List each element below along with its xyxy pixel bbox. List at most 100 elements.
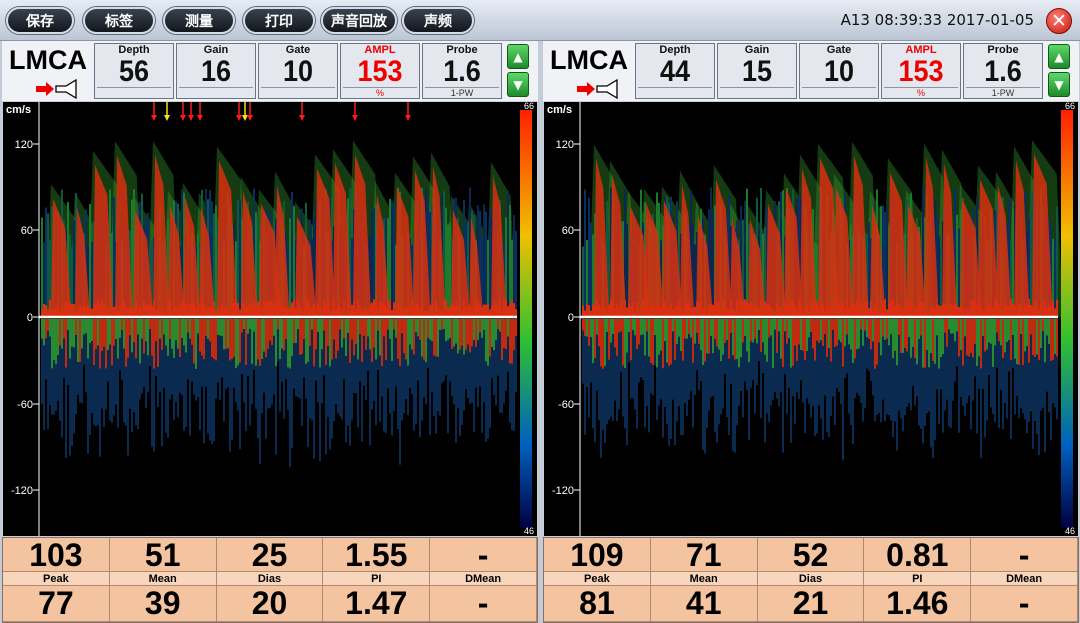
tick-label: -120: [552, 485, 574, 497]
marker-arrowhead: [247, 115, 253, 121]
measure-button[interactable]: 测量: [163, 7, 235, 34]
param-ampl[interactable]: AMPL 153 %: [881, 43, 961, 99]
doppler-panel-left: LMCA Depth 56 Gain 16 Gate 10 AMPL 153 %…: [2, 41, 538, 623]
param-sub: [802, 87, 876, 98]
dias-value-2: 20: [216, 586, 324, 622]
chevron-up-icon[interactable]: ▲: [1048, 44, 1070, 69]
spectrum-canvas: cm/s 120 60 0 -60 -120 66 46: [547, 102, 1075, 536]
tick-label: 0: [568, 312, 574, 324]
dmean-label: DMean: [430, 572, 537, 586]
tick-label: 120: [15, 139, 33, 151]
param-sub: [97, 87, 171, 98]
audio-frequency-button[interactable]: 声频: [402, 7, 474, 34]
probe-direction-icon: [36, 79, 77, 99]
peak-label: Peak: [3, 572, 110, 586]
param-gain[interactable]: Gain 15: [717, 43, 797, 99]
param-sub: 1-PW: [425, 87, 499, 98]
param-value: 1.6: [984, 55, 1022, 88]
param-value: 56: [118, 55, 150, 88]
doppler-panel-right: LMCA Depth 44 Gain 15 Gate 10 AMPL 153 %…: [543, 41, 1079, 623]
dmean-value-2: -: [430, 586, 537, 622]
dias-value: 52: [757, 538, 865, 572]
pi-label: PI: [864, 572, 972, 586]
chevron-down-icon[interactable]: ▼: [1048, 72, 1070, 97]
pi-label: PI: [323, 572, 431, 586]
param-ampl[interactable]: AMPL 153 %: [340, 43, 420, 99]
vessel-label: LMCA: [9, 45, 87, 75]
param-value: 15: [741, 55, 773, 88]
dmean-value-2: -: [971, 586, 1078, 622]
chevron-up-icon[interactable]: ▲: [507, 44, 529, 69]
dmean-label: DMean: [971, 572, 1078, 586]
param-probe[interactable]: Probe 1.6 1-PW: [422, 43, 502, 99]
pi-value: 0.81: [864, 538, 972, 572]
param-gate[interactable]: Gate 10: [799, 43, 879, 99]
spectrum-canvas: cm/s 120 60 0 -60 -120 66 46: [6, 102, 534, 536]
velocity-unit-label: cm/s: [547, 104, 572, 116]
param-sub: [638, 87, 712, 98]
param-sub: [720, 87, 794, 98]
marker-arrowhead: [151, 115, 157, 121]
label-button[interactable]: 标签: [83, 7, 155, 34]
audio-playback-button[interactable]: 声音回放: [321, 7, 397, 34]
peak-label: Peak: [544, 572, 651, 586]
param-gain[interactable]: Gain 16: [176, 43, 256, 99]
marker-arrowhead: [180, 115, 186, 121]
event-markers: [151, 102, 411, 121]
mean-value-2: 41: [650, 586, 758, 622]
dias-value: 25: [216, 538, 324, 572]
marker-arrowhead: [188, 115, 194, 121]
peak-value-2: 81: [544, 586, 651, 622]
velocity-unit-label: cm/s: [6, 104, 31, 116]
param-depth[interactable]: Depth 56: [94, 43, 174, 99]
param-value: 153: [357, 55, 403, 88]
color-scale-bar: [520, 110, 532, 528]
param-sub: [179, 87, 253, 98]
param-depth[interactable]: Depth 44: [635, 43, 715, 99]
pi-value-2: 1.47: [323, 586, 431, 622]
peak-value-2: 77: [3, 586, 110, 622]
param-value: 44: [659, 55, 691, 88]
tick-label: 0: [27, 312, 33, 324]
mean-label: Mean: [109, 572, 217, 586]
tick-label: -120: [11, 485, 33, 497]
scale-min-label: 46: [524, 526, 534, 536]
param-sub: %: [884, 87, 958, 98]
marker-arrowhead: [197, 115, 203, 121]
save-button[interactable]: 保存: [6, 7, 74, 34]
param-sub: [261, 87, 335, 98]
param-probe[interactable]: Probe 1.6 1-PW: [963, 43, 1043, 99]
mean-value-2: 39: [109, 586, 217, 622]
measurement-table: 103 51 25 1.55 - Peak Mean Dias PI DMean…: [2, 537, 538, 623]
tick-label: -60: [17, 399, 33, 411]
panel-header: LMCA Depth 56 Gain 16 Gate 10 AMPL 153 %…: [2, 41, 538, 101]
pi-value: 1.55: [323, 538, 431, 572]
print-button[interactable]: 打印: [243, 7, 315, 34]
dias-label: Dias: [757, 572, 865, 586]
marker-arrowhead: [164, 115, 170, 121]
tick-label: 60: [21, 225, 33, 237]
dias-value-2: 21: [757, 586, 865, 622]
color-scale-bar: [1061, 110, 1073, 528]
marker-arrowhead: [242, 115, 248, 121]
peak-value: 103: [3, 538, 110, 572]
spectral-waveform: [41, 140, 517, 468]
param-value: 10: [823, 55, 855, 88]
param-value: 16: [200, 55, 232, 88]
mean-value: 51: [109, 538, 217, 572]
measurement-table: 109 71 52 0.81 - Peak Mean Dias PI DMean…: [543, 537, 1079, 623]
param-gate[interactable]: Gate 10: [258, 43, 338, 99]
param-value: 153: [898, 55, 944, 88]
doppler-spectrum: cm/s 120 60 0 -60 -120 66 46: [2, 101, 538, 537]
panel-header: LMCA Depth 44 Gain 15 Gate 10 AMPL 153 %…: [543, 41, 1079, 101]
pi-value-2: 1.46: [864, 586, 972, 622]
spectral-waveform: [582, 140, 1063, 461]
dmean-value: -: [971, 538, 1078, 572]
param-value: 10: [282, 55, 314, 88]
peak-value: 109: [544, 538, 651, 572]
close-icon[interactable]: ✕: [1046, 8, 1072, 34]
chevron-down-icon[interactable]: ▼: [507, 72, 529, 97]
mean-label: Mean: [650, 572, 758, 586]
vessel-label: LMCA: [550, 45, 628, 75]
param-sub: %: [343, 87, 417, 98]
